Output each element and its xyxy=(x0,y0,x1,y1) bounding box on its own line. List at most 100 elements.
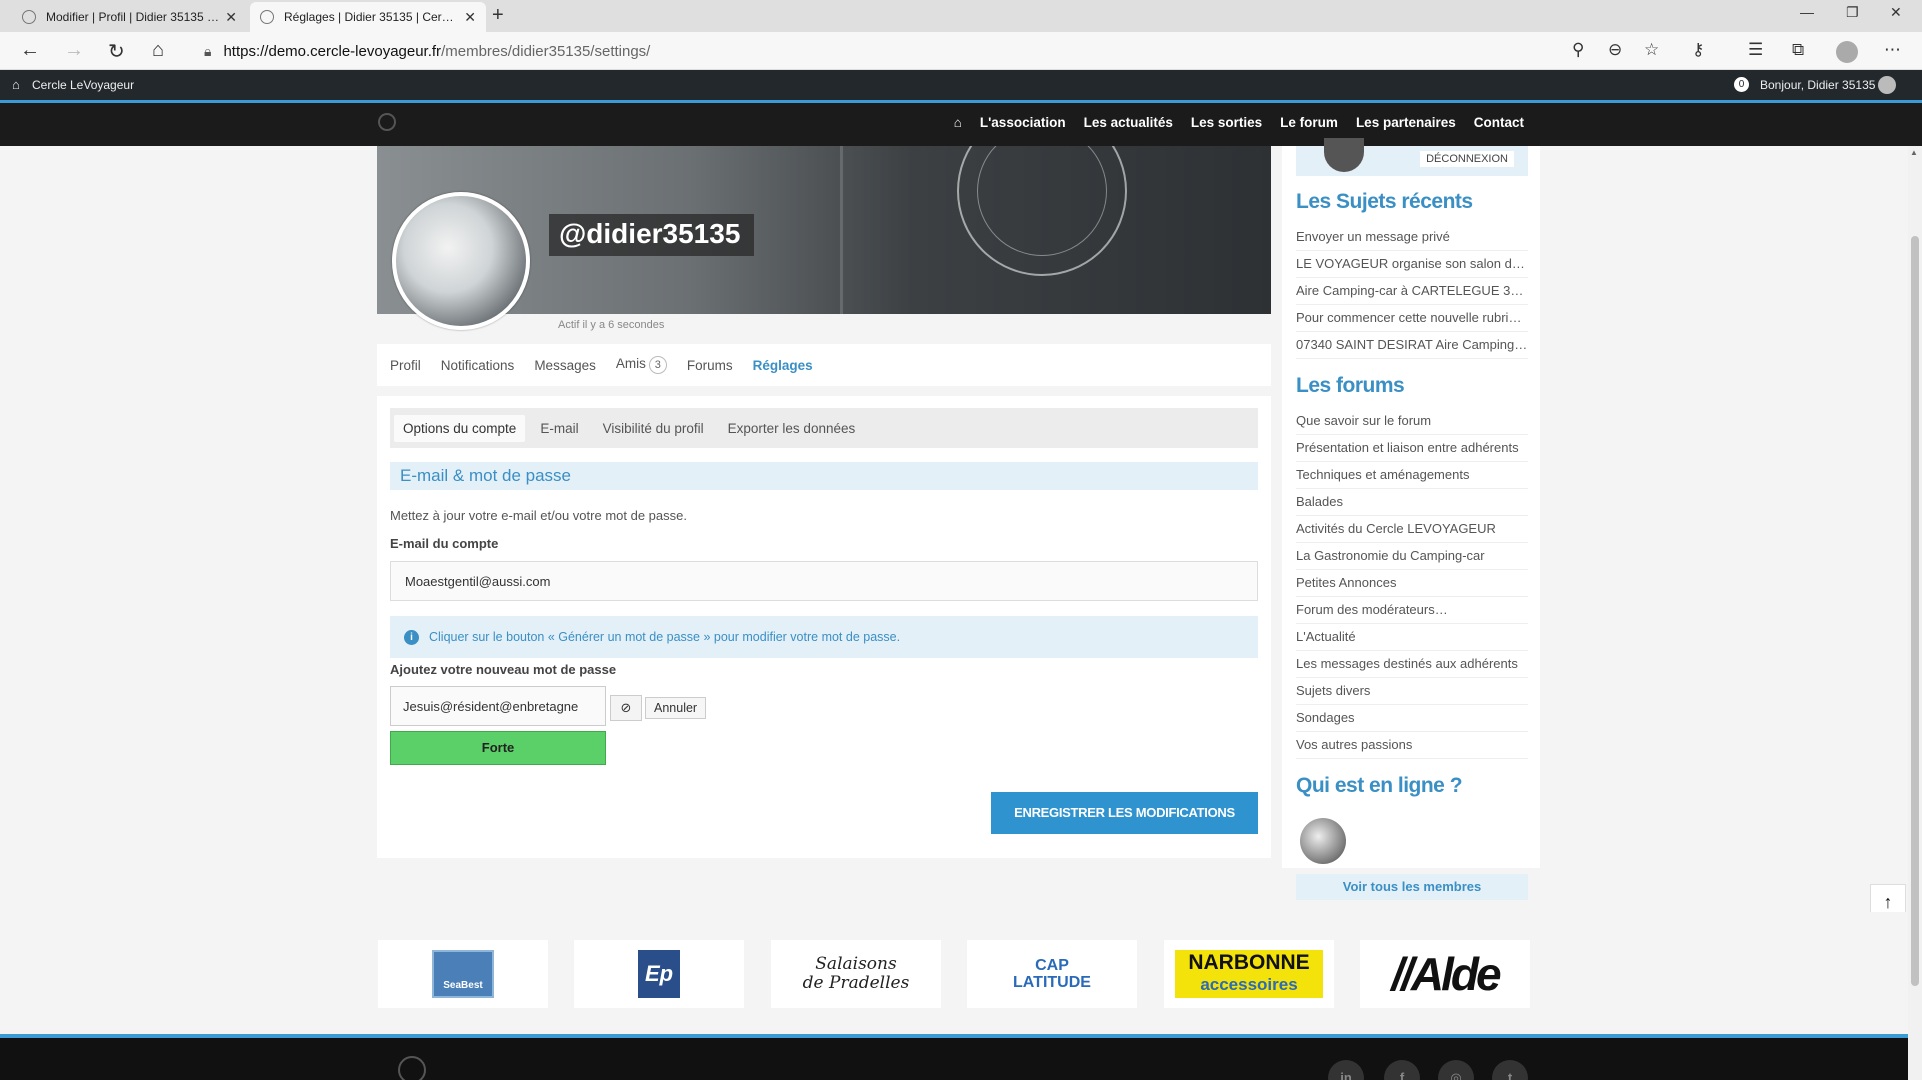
browser-tab-bar: Modifier | Profil | Didier 35135 | Cercl… xyxy=(0,0,1922,32)
greeting-link[interactable]: Bonjour, Didier 35135 xyxy=(1760,78,1875,92)
tab-exporter[interactable]: Exporter les données xyxy=(719,415,865,442)
home-icon[interactable]: ⌂ xyxy=(152,39,164,62)
forum-item[interactable]: Sujets divers xyxy=(1296,678,1528,705)
partner-logo-cap-latitude[interactable]: CAP LATITUDE xyxy=(967,940,1137,1008)
logout-button[interactable]: DÉCONNEXION xyxy=(1420,151,1514,167)
recent-topic-item[interactable]: LE VOYAGEUR organise son salon du campin… xyxy=(1296,251,1528,278)
forum-item[interactable]: Que savoir sur le forum xyxy=(1296,408,1528,435)
recent-topic-item[interactable]: Envoyer un message privé xyxy=(1296,224,1528,251)
subnav-notifications[interactable]: Notifications xyxy=(441,358,515,373)
url-field[interactable]: 🔒︎ https://demo.cercle-levoyageur.fr/mem… xyxy=(190,37,1570,65)
tab-options-compte[interactable]: Options du compte xyxy=(394,414,526,442)
cancel-button[interactable]: Annuler xyxy=(645,697,707,719)
forums-heading: Les forums xyxy=(1296,374,1405,397)
user-avatar[interactable] xyxy=(1878,76,1896,94)
zoom-out-icon[interactable]: ⊖ xyxy=(1608,40,1622,60)
star-icon[interactable]: ☆ xyxy=(1644,40,1659,60)
partner-logo-seabest[interactable]: SeaBest xyxy=(378,940,548,1008)
forum-item[interactable]: Forum des modérateurs… xyxy=(1296,597,1528,624)
site-logo[interactable] xyxy=(378,113,396,131)
forum-item[interactable]: Techniques et aménagements xyxy=(1296,462,1528,489)
online-heading: Qui est en ligne ? xyxy=(1296,774,1463,797)
settings-tabs: Options du compte E-mail Visibilité du p… xyxy=(390,408,1258,448)
linkedin-icon[interactable]: in xyxy=(1328,1060,1364,1080)
partner-logo-ep[interactable]: Ep xyxy=(574,940,744,1008)
scroll-up-icon[interactable]: ▲ xyxy=(1910,148,1918,157)
back-icon[interactable]: ← xyxy=(20,39,40,62)
email-label: E-mail du compte xyxy=(390,536,499,551)
subnav-forums[interactable]: Forums xyxy=(687,358,733,373)
recent-topic-item[interactable]: 07340 SAINT DESIRAT Aire Camping-car xyxy=(1296,332,1528,359)
key-icon[interactable]: ⚷ xyxy=(1692,40,1704,60)
favorites-icon[interactable]: ☰ xyxy=(1748,40,1763,60)
nav-actualites[interactable]: Les actualités xyxy=(1084,115,1173,130)
tab-visibilite[interactable]: Visibilité du profil xyxy=(594,415,713,442)
minimize-icon[interactable]: — xyxy=(1800,4,1814,20)
email-field[interactable] xyxy=(390,561,1258,601)
forum-item[interactable]: Sondages xyxy=(1296,705,1528,732)
password-field[interactable] xyxy=(390,686,606,726)
forum-item[interactable]: La Gastronomie du Camping-car xyxy=(1296,543,1528,570)
nav-association[interactable]: L'association xyxy=(980,115,1066,130)
partner-logo-narbonne[interactable]: NARBONNE accessoires xyxy=(1164,940,1334,1008)
twitter-icon[interactable]: t xyxy=(1492,1060,1528,1080)
browser-profile-avatar[interactable] xyxy=(1836,41,1858,63)
recent-topic-item[interactable]: Pour commencer cette nouvelle rubrique xyxy=(1296,305,1528,332)
tab-email[interactable]: E-mail xyxy=(531,415,587,442)
address-bar: ← → ↻ ⌂ 🔒︎ https://demo.cercle-levoyageu… xyxy=(0,32,1922,70)
forum-item[interactable]: Petites Annonces xyxy=(1296,570,1528,597)
site-name-link[interactable]: Cercle LeVoyageur xyxy=(32,78,134,92)
section-title: E-mail & mot de passe xyxy=(390,462,1258,490)
nav-partenaires[interactable]: Les partenaires xyxy=(1356,115,1456,130)
ep-logo-text: Ep xyxy=(638,950,680,998)
collections-icon[interactable]: ⧉ xyxy=(1792,40,1804,60)
forum-item[interactable]: Les messages destinés aux adhérents xyxy=(1296,651,1528,678)
password-label: Ajoutez votre nouveau mot de passe xyxy=(390,662,617,677)
forum-item[interactable]: Balades xyxy=(1296,489,1528,516)
profile-avatar[interactable] xyxy=(392,192,530,330)
forum-item[interactable]: L'Actualité xyxy=(1296,624,1528,651)
hide-password-icon[interactable]: ⊘ xyxy=(610,695,642,721)
notification-count[interactable]: 0 xyxy=(1734,77,1749,92)
facebook-icon[interactable]: f xyxy=(1384,1060,1420,1080)
recent-topic-item[interactable]: Aire Camping-car à CARTELEGUE 33 (Girond… xyxy=(1296,278,1528,305)
forum-item[interactable]: Présentation et liaison entre adhérents xyxy=(1296,435,1528,462)
subnav-profil[interactable]: Profil xyxy=(390,358,421,373)
search-icon[interactable]: ⚲ xyxy=(1572,40,1584,60)
tab-title: Réglages | Didier 35135 | Cercle LeVoyag… xyxy=(284,10,458,24)
close-window-icon[interactable]: ✕ xyxy=(1890,4,1902,21)
salaisons-logo-line1: Salaisons xyxy=(815,954,897,974)
subnav-reglages[interactable]: Réglages xyxy=(753,358,813,373)
scrollbar-thumb[interactable] xyxy=(1911,236,1919,986)
forum-item[interactable]: Activités du Cercle LEVOYAGEUR xyxy=(1296,516,1528,543)
restore-icon[interactable]: ❐ xyxy=(1846,4,1859,21)
nav-contact[interactable]: Contact xyxy=(1474,115,1524,130)
home-icon[interactable]: ⌂ xyxy=(954,115,962,130)
browser-tab-reglages[interactable]: Réglages | Didier 35135 | Cercle LeVoyag… xyxy=(250,2,486,32)
forward-icon[interactable]: → xyxy=(64,39,84,62)
instagram-icon[interactable]: ◎ xyxy=(1438,1060,1474,1080)
browser-tab-modifier[interactable]: Modifier | Profil | Didier 35135 | Cercl… xyxy=(12,2,247,32)
sidebar-avatar[interactable] xyxy=(1324,138,1364,172)
nav-forum[interactable]: Le forum xyxy=(1280,115,1338,130)
more-icon[interactable]: ⋯ xyxy=(1884,40,1901,60)
close-tab-icon[interactable]: ✕ xyxy=(225,9,237,26)
partner-logo-salaisons[interactable]: Salaisons de Pradelles xyxy=(771,940,941,1008)
refresh-icon[interactable]: ↻ xyxy=(108,39,125,64)
subnav-amis[interactable]: Amis 3 xyxy=(616,356,667,374)
new-tab-icon[interactable]: + xyxy=(492,4,504,27)
partner-logo-alde[interactable]: //Alde xyxy=(1360,940,1530,1008)
home-icon[interactable]: ⌂ xyxy=(12,77,20,92)
subnav-messages[interactable]: Messages xyxy=(534,358,596,373)
profile-handle: @didier35135 xyxy=(549,214,755,256)
online-member-avatar[interactable] xyxy=(1300,818,1346,864)
footer-logo xyxy=(398,1056,426,1080)
narbonne-logo-line2: accessoires xyxy=(1200,975,1298,994)
recent-topics-heading: Les Sujets récents xyxy=(1296,190,1473,213)
forum-item[interactable]: Vos autres passions xyxy=(1296,732,1528,759)
see-all-members-button[interactable]: Voir tous les membres xyxy=(1296,874,1528,900)
save-button[interactable]: ENREGISTRER LES MODIFICATIONS xyxy=(991,792,1258,834)
nav-sorties[interactable]: Les sorties xyxy=(1191,115,1262,130)
page-scrollbar[interactable]: ▲ xyxy=(1908,146,1922,1080)
close-tab-icon[interactable]: ✕ xyxy=(464,9,476,26)
